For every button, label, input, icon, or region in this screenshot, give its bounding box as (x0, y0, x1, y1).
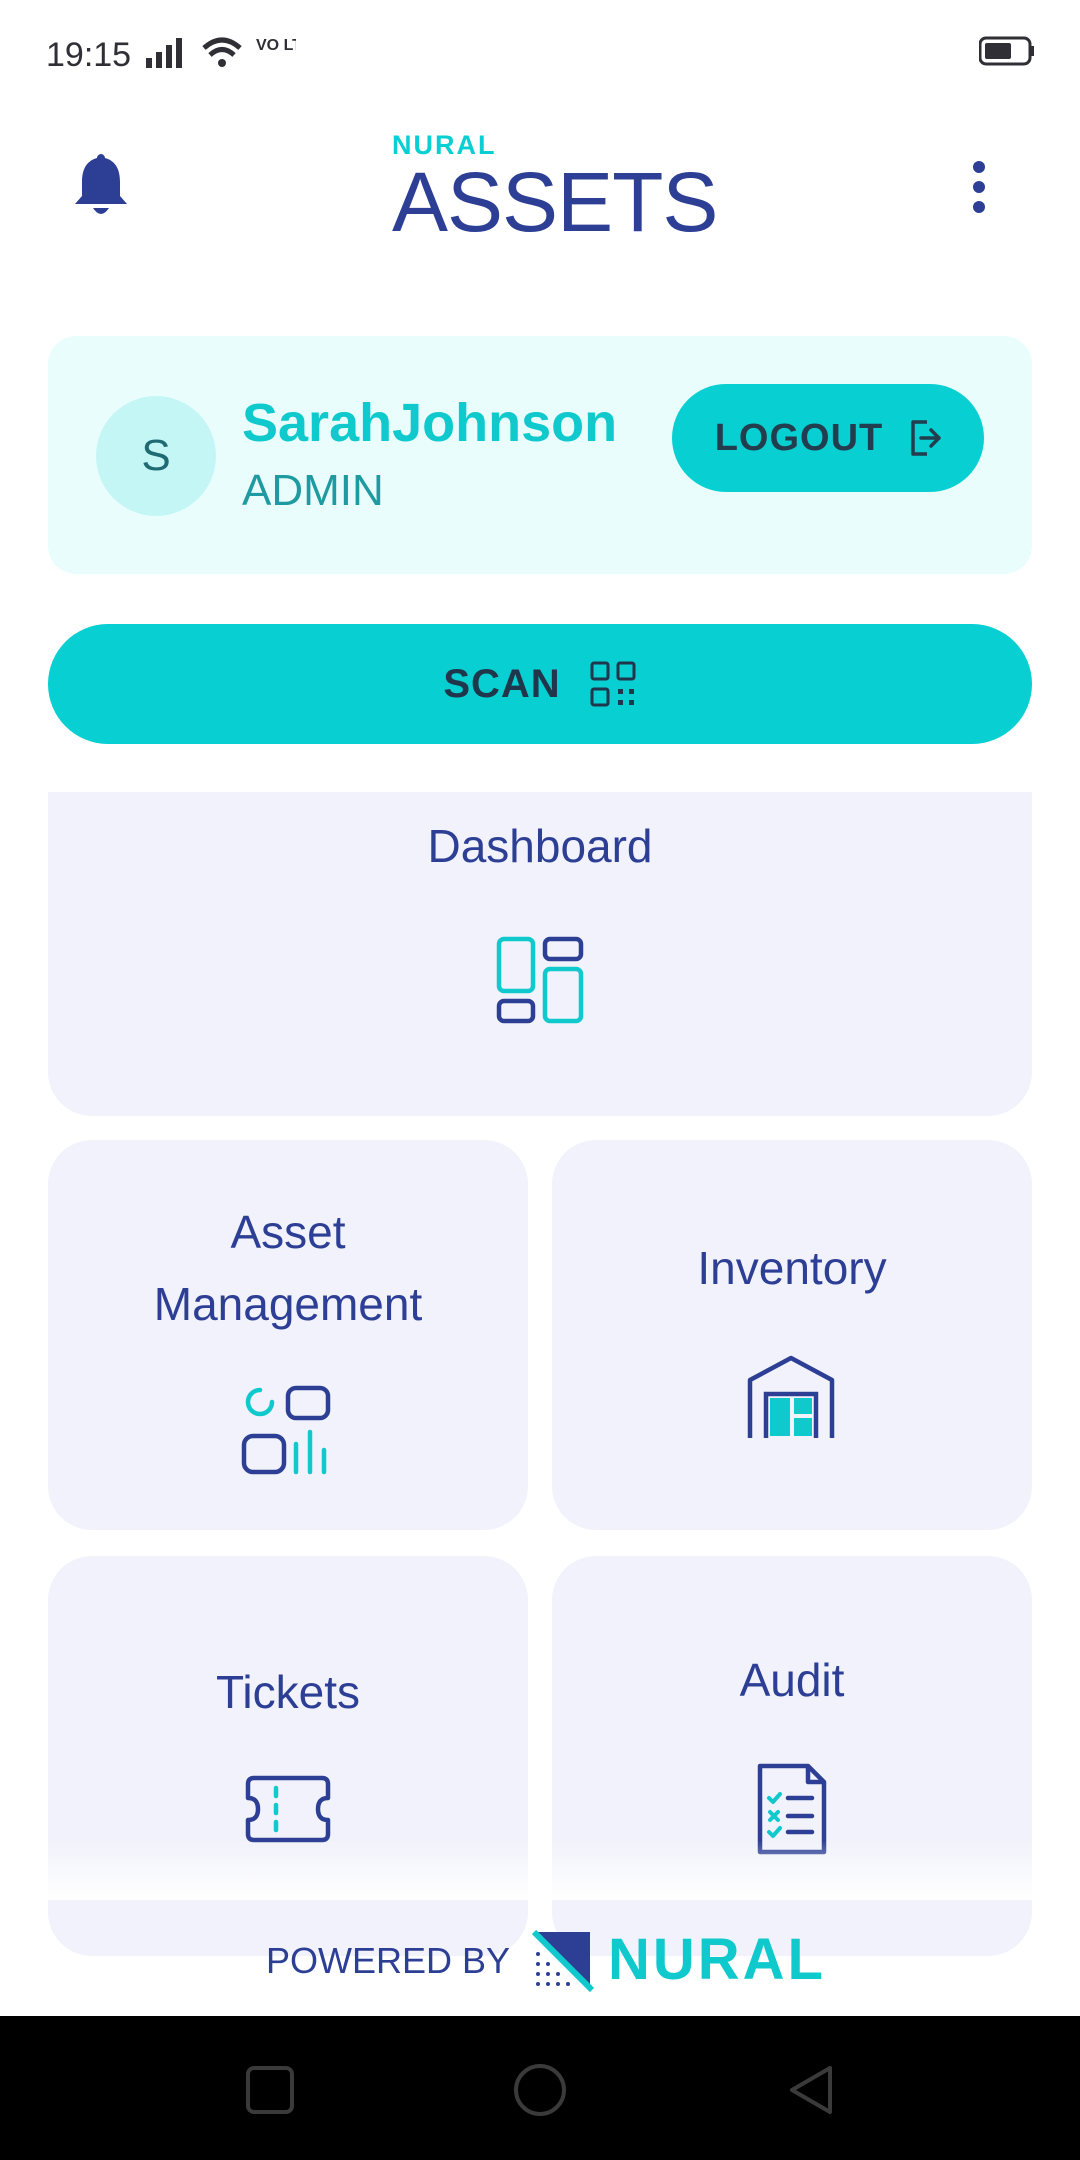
user-role: ADMIN (242, 466, 384, 515)
notification-bell-icon[interactable] (72, 150, 130, 220)
ticket-icon (245, 1775, 331, 1843)
avatar: S (96, 396, 216, 516)
scan-label: SCAN (443, 661, 561, 706)
dashboard-icon (496, 936, 584, 1024)
qr-code-icon (590, 661, 636, 707)
battery-icon (979, 36, 1034, 66)
user-name: SarahJohnson (242, 393, 618, 453)
more-options-icon[interactable] (972, 160, 986, 214)
app-title: ASSETS (392, 155, 718, 249)
logout-button[interactable]: LOGOUT (672, 384, 984, 492)
tile-asset-management[interactable]: Asset Management (48, 1140, 528, 1530)
network-label: VO LTE (256, 37, 296, 54)
logout-label: LOGOUT (714, 416, 884, 459)
tile-tickets-label: Tickets (216, 1666, 360, 1718)
nural-brand-label: NURAL (608, 1927, 826, 1992)
tile-dashboard-label: Dashboard (427, 820, 653, 872)
tile-inventory[interactable]: Inventory (552, 1140, 1032, 1530)
tile-audit-label: Audit (739, 1654, 845, 1706)
scroll-fade (0, 1840, 1080, 1900)
navigation-bar (0, 2016, 1080, 2160)
powered-by-label: POWERED BY (266, 1940, 511, 1981)
back-icon[interactable] (782, 2062, 838, 2118)
scan-button[interactable]: SCAN (48, 624, 1032, 744)
tile-inventory-label: Inventory (697, 1242, 887, 1294)
tile-dashboard[interactable]: Dashboard (48, 792, 1032, 1116)
recent-apps-icon[interactable] (242, 2062, 298, 2118)
home-icon[interactable] (512, 2062, 568, 2118)
tile-asset-management-label: Asset Management (153, 1206, 423, 1330)
logout-icon (911, 420, 942, 456)
signal-wifi-icon: VO LTE (146, 37, 296, 68)
warehouse-icon (747, 1355, 835, 1438)
asset-management-icon (241, 1385, 331, 1475)
nural-logo-icon (531, 1929, 595, 1992)
status-time: 19:15 (46, 36, 132, 74)
